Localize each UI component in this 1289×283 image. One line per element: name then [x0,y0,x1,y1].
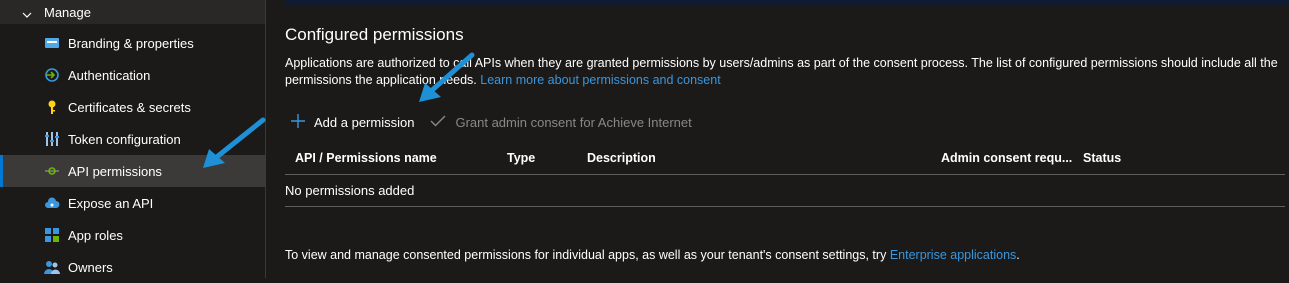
chevron-down-icon [22,7,32,18]
branding-icon [44,35,60,51]
permissions-table-header: API / Permissions name Type Description … [285,142,1285,174]
key-icon [44,99,60,115]
sidebar-item-label: Authentication [68,67,151,83]
column-header-type[interactable]: Type [507,151,535,165]
manage-section-label: Manage [44,4,91,20]
app-roles-icon [44,227,60,243]
token-config-icon [44,131,60,147]
column-header-status[interactable]: Status [1083,151,1121,165]
permissions-toolbar: Add a permission Grant admin consent for… [291,112,692,132]
sidebar: Manage Branding & properties Authenticat… [0,0,265,278]
sidebar-item-label: Token configuration [68,131,181,147]
manage-section-header[interactable]: Manage [0,0,265,24]
sidebar-item-api-permissions[interactable]: API permissions [0,155,265,187]
footer-period: . [1016,248,1020,262]
checkmark-icon [430,114,446,131]
cloud-icon [44,195,60,211]
column-header-description[interactable]: Description [587,151,656,165]
sidebar-item-owners[interactable]: Owners [0,251,265,283]
empty-table-message: No permissions added [285,183,415,198]
plus-icon [291,113,305,131]
learn-more-link[interactable]: Learn more about permissions and consent [480,73,720,87]
sidebar-item-certificates[interactable]: Certificates & secrets [0,91,265,123]
grant-admin-consent-button[interactable]: Grant admin consent for Achieve Internet [430,114,692,131]
permissions-description: Applications are authorized to call APIs… [285,55,1285,89]
column-header-api-name[interactable]: API / Permissions name [295,151,437,165]
footer-text: To view and manage consented permissions… [285,248,887,262]
sidebar-item-label: Owners [68,259,113,275]
owners-icon [44,259,60,275]
sidebar-item-branding[interactable]: Branding & properties [0,27,265,59]
sidebar-item-app-roles[interactable]: App roles [0,219,265,251]
table-row-divider [285,206,1285,207]
add-permission-label: Add a permission [314,114,415,130]
footer-note: To view and manage consented permissions… [285,248,1020,262]
sidebar-item-expose-api[interactable]: Expose an API [0,187,265,219]
add-permission-button[interactable]: Add a permission [291,113,415,131]
sidebar-item-label: Branding & properties [68,35,194,51]
page-title: Configured permissions [285,25,464,44]
sidebar-item-authentication[interactable]: Authentication [0,59,265,91]
sidebar-item-label: Certificates & secrets [68,99,191,115]
sidebar-item-label: App roles [68,227,123,243]
top-banner [285,0,1289,5]
sidebar-item-label: API permissions [68,163,162,179]
column-header-admin-consent[interactable]: Admin consent requ... [941,151,1072,165]
table-header-divider [285,174,1285,175]
grant-admin-consent-label: Grant admin consent for Achieve Internet [455,114,692,130]
description-text: Applications are authorized to call APIs… [285,56,1278,87]
main-content: Configured permissions Applications are … [266,0,1289,278]
api-permissions-icon [44,163,60,179]
enterprise-applications-link[interactable]: Enterprise applications [890,248,1016,262]
sidebar-item-token-configuration[interactable]: Token configuration [0,123,265,155]
sidebar-item-label: Expose an API [68,195,154,211]
authentication-icon [44,67,60,83]
